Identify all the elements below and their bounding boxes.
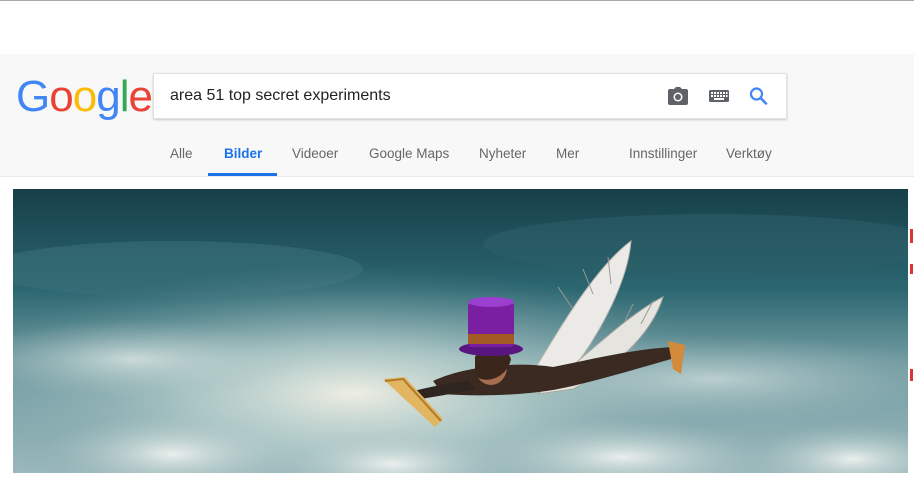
tab-images[interactable]: Bilder bbox=[224, 146, 262, 161]
search-icon[interactable] bbox=[748, 86, 770, 106]
tab-tools[interactable]: Verktøy bbox=[726, 146, 772, 161]
search-input[interactable] bbox=[170, 74, 650, 118]
image-preview[interactable] bbox=[13, 189, 908, 473]
tab-all[interactable]: Alle bbox=[170, 146, 193, 161]
adjacent-image-edge bbox=[908, 189, 914, 473]
top-border bbox=[0, 0, 914, 1]
tab-news[interactable]: Nyheter bbox=[479, 146, 526, 161]
keyboard-icon[interactable] bbox=[708, 88, 730, 108]
header-divider bbox=[0, 176, 914, 177]
tab-google-maps[interactable]: Google Maps bbox=[369, 146, 449, 161]
search-tabs: Alle Bilder Videoer Google Maps Nyheter … bbox=[0, 140, 914, 176]
sky-image bbox=[13, 189, 908, 473]
camera-icon[interactable] bbox=[667, 86, 689, 106]
google-logo[interactable]: Google bbox=[16, 70, 153, 124]
tab-videos[interactable]: Videoer bbox=[292, 146, 338, 161]
tab-settings[interactable]: Innstillinger bbox=[629, 146, 697, 161]
tab-more[interactable]: Mer bbox=[556, 146, 579, 161]
search-box[interactable] bbox=[153, 73, 787, 119]
